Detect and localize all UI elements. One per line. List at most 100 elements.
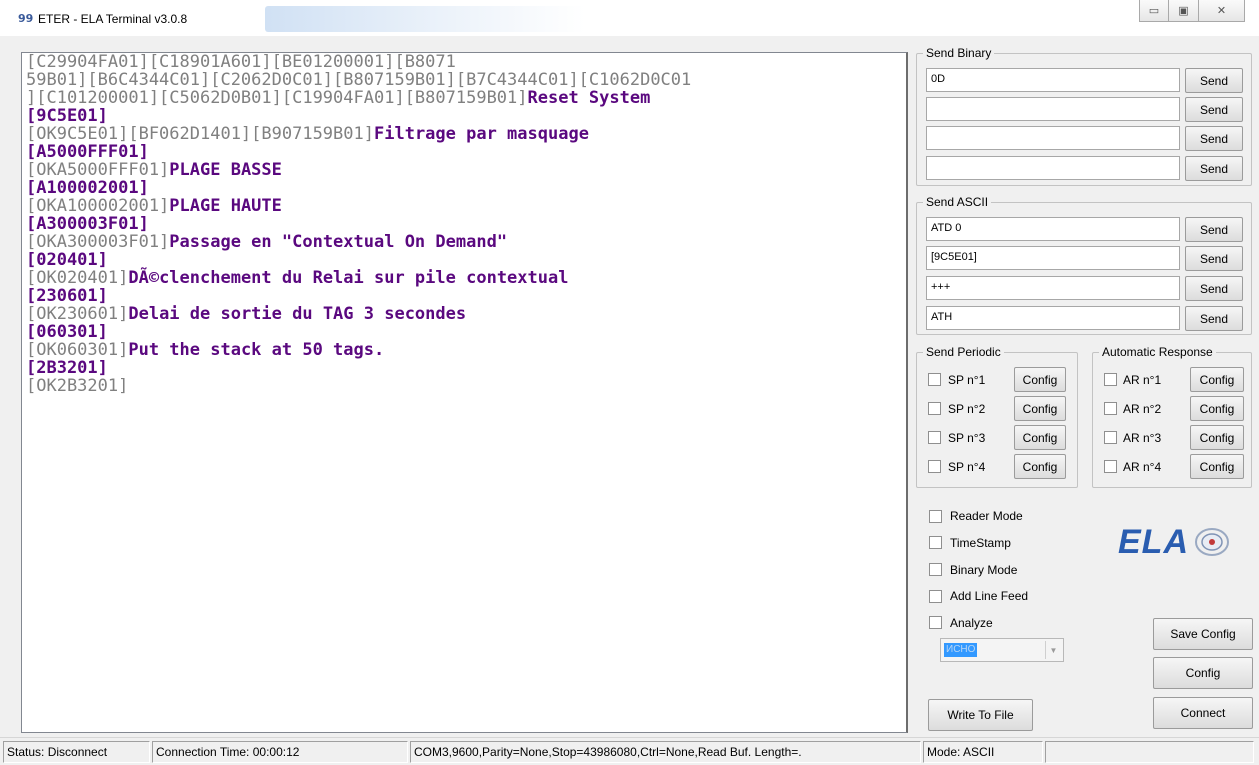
- send-binary-button-4[interactable]: Send: [1185, 156, 1243, 181]
- timestamp-label: TimeStamp: [950, 536, 1011, 550]
- ar1-checkbox[interactable]: [1104, 373, 1117, 386]
- send-binary-button-2[interactable]: Send: [1185, 97, 1243, 122]
- analyze-select[interactable]: ИСНО ▼: [940, 638, 1064, 662]
- window-title: ETER - ELA Terminal v3.0.8: [38, 12, 188, 26]
- ar4-checkbox[interactable]: [1104, 460, 1117, 473]
- terminal-response-text: [2B3201]: [26, 358, 108, 378]
- terminal-line: 59B01][B6C4344C01][C2062D0C01][B807159B0…: [26, 71, 906, 89]
- terminal-response-text: PLAGE BASSE: [169, 160, 282, 180]
- terminal-response-text: Passage en "Contextual On Demand": [169, 232, 508, 252]
- send-binary-field-1[interactable]: 0D: [926, 68, 1180, 92]
- sp2-checkbox[interactable]: [928, 402, 941, 415]
- sp1-checkbox[interactable]: [928, 373, 941, 386]
- terminal-line: ][C101200001][C5062D0B01][C19904FA01][B8…: [26, 89, 906, 107]
- terminal-line: [OKA5000FFF01]PLAGE BASSE: [26, 161, 906, 179]
- terminal-response-text: [060301]: [26, 322, 108, 342]
- terminal-echo-text: ][C101200001][C5062D0B01][C19904FA01][B8…: [26, 88, 528, 108]
- send-ascii-field-4[interactable]: ATH: [926, 306, 1180, 330]
- terminal-line: [A300003F01]: [26, 215, 906, 233]
- ela-eye-icon: [1195, 528, 1229, 556]
- terminal-echo-text: [OK230601]: [26, 304, 129, 324]
- chevron-down-icon[interactable]: ▼: [1045, 641, 1061, 659]
- minimize-button[interactable]: ▭: [1139, 0, 1169, 22]
- write-to-file-button[interactable]: Write To File: [928, 699, 1033, 731]
- send-ascii-button-1[interactable]: Send: [1185, 217, 1243, 242]
- sp2-label: SP n°2: [948, 402, 986, 416]
- status-extra: [1045, 741, 1254, 763]
- automatic-response-label: Automatic Response: [1099, 345, 1216, 359]
- terminal-response-text: PLAGE HAUTE: [169, 196, 282, 216]
- terminal-line: [230601]: [26, 287, 906, 305]
- app-icon: 99: [18, 12, 34, 25]
- maximize-button[interactable]: ▣: [1169, 0, 1199, 22]
- send-ascii-button-4[interactable]: Send: [1185, 306, 1243, 331]
- sp3-label: SP n°3: [948, 431, 986, 445]
- binary-mode-label: Binary Mode: [950, 563, 1018, 577]
- connect-button[interactable]: Connect: [1153, 697, 1253, 729]
- send-binary-button-3[interactable]: Send: [1185, 126, 1243, 151]
- terminal-echo-text: [OK9C5E01][BF062D1401][B907159B01]: [26, 124, 374, 144]
- ar3-checkbox[interactable]: [1104, 431, 1117, 444]
- ar3-label: AR n°3: [1123, 431, 1162, 445]
- sp3-config-button[interactable]: Config: [1014, 425, 1066, 450]
- add-line-feed-checkbox[interactable]: [929, 590, 942, 603]
- terminal-line: [OK230601]Delai de sortie du TAG 3 secon…: [26, 305, 906, 323]
- binary-mode-checkbox[interactable]: [929, 563, 942, 576]
- sp3-checkbox[interactable]: [928, 431, 941, 444]
- minimize-icon: ▭: [1148, 4, 1160, 17]
- send-ascii-field-2[interactable]: [9C5E01]: [926, 246, 1180, 270]
- analyze-select-value: ИСНО: [944, 643, 978, 657]
- terminal-line: [060301]: [26, 323, 906, 341]
- terminal-response-text: [A300003F01]: [26, 214, 149, 234]
- send-ascii-field-1[interactable]: ATD 0: [926, 217, 1180, 241]
- ar3-config-button[interactable]: Config: [1190, 425, 1244, 450]
- ar4-config-button[interactable]: Config: [1190, 454, 1244, 479]
- sp4-checkbox[interactable]: [928, 460, 941, 473]
- close-button[interactable]: ✕: [1199, 0, 1245, 22]
- save-config-button[interactable]: Save Config: [1153, 618, 1253, 650]
- terminal-line: [A5000FFF01]: [26, 143, 906, 161]
- sp2-config-button[interactable]: Config: [1014, 396, 1066, 421]
- terminal-echo-text: [OK060301]: [26, 340, 129, 360]
- send-binary-label: Send Binary: [923, 46, 995, 60]
- terminal-line: [OK9C5E01][BF062D1401][B907159B01]Filtra…: [26, 125, 906, 143]
- analyze-label: Analyze: [950, 616, 993, 630]
- terminal-output[interactable]: [C29904FA01][C18901A601][BE01200001][B80…: [21, 52, 908, 733]
- sp1-config-button[interactable]: Config: [1014, 367, 1066, 392]
- send-binary-field-4[interactable]: [926, 156, 1180, 180]
- send-ascii-label: Send ASCII: [923, 195, 992, 209]
- terminal-response-text: Filtrage par masquage: [374, 124, 589, 144]
- send-binary-field-3[interactable]: [926, 126, 1180, 150]
- terminal-response-text: DÃ©clenchement du Relai sur pile context…: [128, 268, 569, 288]
- reader-mode-checkbox[interactable]: [929, 510, 942, 523]
- send-ascii-field-3[interactable]: +++: [926, 276, 1180, 300]
- terminal-echo-text: [OKA100002001]: [26, 196, 170, 216]
- sp1-label: SP n°1: [948, 373, 986, 387]
- ar2-config-button[interactable]: Config: [1190, 396, 1244, 421]
- window-controls: ▭ ▣ ✕: [1139, 0, 1245, 22]
- terminal-line: [OK2B3201]: [26, 377, 906, 395]
- terminal-line: [2B3201]: [26, 359, 906, 377]
- ar2-checkbox[interactable]: [1104, 402, 1117, 415]
- send-ascii-button-3[interactable]: Send: [1185, 276, 1243, 301]
- send-ascii-button-2[interactable]: Send: [1185, 246, 1243, 271]
- terminal-echo-text: [OK020401]: [26, 268, 129, 288]
- reader-mode-label: Reader Mode: [950, 509, 1023, 523]
- timestamp-checkbox[interactable]: [929, 536, 942, 549]
- sp4-config-button[interactable]: Config: [1014, 454, 1066, 479]
- status-com-settings: COM3,9600,Parity=None,Stop=43986080,Ctrl…: [410, 741, 921, 763]
- title-bar-blur: [265, 6, 585, 32]
- send-binary-button-1[interactable]: Send: [1185, 68, 1243, 93]
- terminal-line: [OKA300003F01]Passage en "Contextual On …: [26, 233, 906, 251]
- terminal-response-text: [230601]: [26, 286, 108, 306]
- config-button[interactable]: Config: [1153, 657, 1253, 689]
- terminal-response-text: [9C5E01]: [26, 106, 108, 126]
- terminal-line: [OK060301]Put the stack at 50 tags.: [26, 341, 906, 359]
- ar1-config-button[interactable]: Config: [1190, 367, 1244, 392]
- terminal-line: [OK020401]DÃ©clenchement du Relai sur pi…: [26, 269, 906, 287]
- terminal-response-text: [A100002001]: [26, 178, 149, 198]
- send-binary-field-2[interactable]: [926, 97, 1180, 121]
- terminal-line: [9C5E01]: [26, 107, 906, 125]
- analyze-checkbox[interactable]: [929, 616, 942, 629]
- terminal-echo-text: [C29904FA01][C18901A601][BE01200001][B80…: [26, 52, 456, 72]
